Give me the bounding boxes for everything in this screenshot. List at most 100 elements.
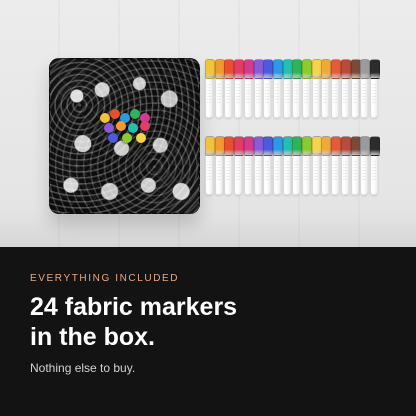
bottom-marker-label [304, 161, 308, 181]
bag-dot [122, 133, 132, 143]
top-marker-cap [243, 59, 254, 79]
top-marker-cap [234, 59, 245, 79]
bottom-marker-cap [224, 136, 235, 156]
bottom-marker-cap [302, 136, 312, 156]
bottom-marker-label [362, 161, 367, 181]
bottom-marker-label [274, 161, 279, 181]
top-marker [321, 59, 332, 118]
top-marker-cap [205, 59, 215, 79]
top-marker [292, 59, 303, 118]
bottom-marker-label [294, 161, 299, 181]
bottom-marker-label [226, 161, 231, 181]
bottom-marker [243, 136, 254, 195]
bottom-marker [311, 136, 322, 195]
top-marker [369, 59, 380, 118]
bottom-marker-label [284, 161, 289, 181]
top-marker [282, 59, 293, 118]
top-marker-label [371, 84, 376, 104]
top-marker-label [216, 84, 221, 104]
bottom-marker-cap [340, 136, 351, 156]
top-marker [311, 59, 322, 118]
bottom-marker-cap [369, 136, 380, 156]
top-marker [302, 59, 312, 118]
bottom-marker-cap [311, 136, 322, 156]
bottom-marker-label [216, 161, 221, 181]
top-marker-label [274, 84, 279, 104]
marker-row-bottom [205, 136, 381, 196]
bottom-marker [272, 136, 283, 195]
bottom-marker-cap [331, 136, 342, 156]
top-marker-label [362, 84, 367, 104]
bottom-marker [331, 136, 342, 195]
top-marker [214, 59, 225, 118]
bottom-marker-cap [214, 136, 225, 156]
bottom-marker [234, 136, 245, 195]
bottom-marker-cap [234, 136, 245, 156]
bottom-marker-label [245, 161, 250, 181]
top-marker-label [323, 84, 328, 104]
eyebrow-text: EVERYTHING INCLUDED [30, 273, 180, 284]
top-marker-label [333, 84, 338, 104]
bottom-marker [253, 136, 264, 195]
top-marker-cap [321, 59, 332, 79]
bottom-marker-label [342, 161, 347, 181]
top-marker-label [352, 84, 357, 104]
top-marker-cap [331, 59, 342, 79]
bottom-marker [224, 136, 235, 195]
top-marker [224, 59, 235, 118]
top-marker-label [236, 84, 241, 104]
bottom-marker-label [371, 161, 376, 181]
top-marker-cap [214, 59, 225, 79]
top-marker-cap [272, 59, 283, 79]
bottom-marker-cap [263, 136, 274, 156]
top-marker-cap [282, 59, 293, 79]
top-marker [331, 59, 342, 118]
bottom-marker [205, 136, 215, 195]
bag-dot [108, 133, 118, 143]
top-marker-cap [292, 59, 303, 79]
headline: 24 fabric markers in the box. [30, 292, 390, 352]
bag-dot [110, 109, 120, 119]
bottom-marker-cap [253, 136, 264, 156]
bottom-marker [263, 136, 274, 195]
top-marker [340, 59, 351, 118]
subline-text: Nothing else to buy. [30, 361, 136, 375]
top-marker-cap [311, 59, 322, 79]
top-marker [205, 59, 215, 118]
bottom-marker [302, 136, 312, 195]
bottom-marker-cap [321, 136, 332, 156]
top-marker-label [342, 84, 347, 104]
product-image-card: EVERYTHING INCLUDED 24 fabric markers in… [0, 0, 416, 416]
bag-dot [130, 109, 140, 119]
bottom-marker-label [333, 161, 338, 181]
bottom-marker-label [265, 161, 270, 181]
bottom-marker-label [207, 161, 211, 181]
bottom-marker [350, 136, 361, 195]
bag-dot [140, 121, 150, 131]
top-marker [243, 59, 254, 118]
bottom-marker-cap [272, 136, 283, 156]
top-marker-label [313, 84, 318, 104]
top-marker-label [255, 84, 260, 104]
top-marker-label [304, 84, 308, 104]
bottom-marker [214, 136, 225, 195]
top-marker-label [284, 84, 289, 104]
top-marker [360, 59, 371, 118]
bottom-marker [292, 136, 303, 195]
top-marker-cap [263, 59, 274, 79]
top-marker [263, 59, 274, 118]
top-marker-cap [360, 59, 371, 79]
bottom-marker-cap [282, 136, 293, 156]
top-marker [253, 59, 264, 118]
top-marker-cap [302, 59, 312, 79]
top-marker-label [207, 84, 211, 104]
bottom-marker-cap [360, 136, 371, 156]
bottom-marker [321, 136, 332, 195]
fabric-bag [49, 58, 200, 214]
top-marker-cap [253, 59, 264, 79]
bottom-marker-cap [350, 136, 361, 156]
bag-dot [104, 123, 114, 133]
bottom-marker-cap [243, 136, 254, 156]
bag-dot [116, 121, 126, 131]
top-marker [272, 59, 283, 118]
